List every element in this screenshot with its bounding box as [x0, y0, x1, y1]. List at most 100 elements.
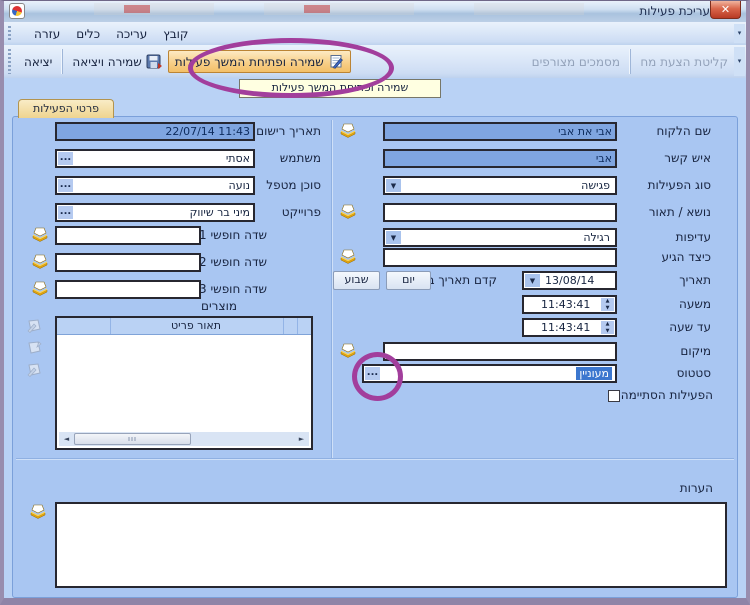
notes-textarea[interactable]: [55, 502, 727, 588]
menu-grip[interactable]: [8, 26, 11, 41]
registered-label: תאריך רישום: [256, 124, 321, 138]
agent-ellipsis-button[interactable]: ...: [58, 179, 73, 192]
finished-label: הפעילות הסתיימה: [620, 388, 713, 402]
advance-date-label: קדם תאריך ב: [427, 273, 497, 287]
print-icon[interactable]: [339, 122, 357, 138]
spinner-arrows-icon[interactable]: ▲ ▼: [601, 321, 614, 334]
products-list[interactable]: תאור פריט ◄ ►: [55, 316, 313, 450]
print-icon[interactable]: [31, 253, 49, 269]
menu-help[interactable]: עזרה: [26, 27, 68, 41]
contact-label: איש קשר: [664, 151, 711, 165]
save-exit-label: שמירה ויציאה: [72, 54, 142, 69]
save-exit-button[interactable]: שמירה ויציאה: [66, 51, 167, 72]
item-description-column-header[interactable]: תאור פריט: [111, 319, 281, 332]
user-field[interactable]: אסתי ...: [55, 149, 255, 168]
date-combobox[interactable]: 13/08/14 ▼: [522, 271, 617, 290]
tab-activity-details[interactable]: פרטי הפעילות: [18, 99, 114, 118]
toolbar-overflow-icon[interactable]: ▾: [734, 47, 745, 76]
scrollbar-thumb[interactable]: [74, 433, 191, 445]
diskette-icon: [146, 54, 162, 69]
receive-quote-button: קליטת הצעת מחיר: [634, 52, 734, 72]
spinner-arrows-icon[interactable]: ▲ ▼: [601, 298, 614, 311]
print-icon[interactable]: [31, 226, 49, 242]
priority-combobox[interactable]: רגילה ▼: [383, 228, 617, 247]
edit-item-icon: [28, 341, 42, 354]
scroll-left-icon[interactable]: ◄: [60, 435, 73, 443]
products-list-header: תאור פריט: [57, 318, 311, 335]
products-horizontal-scrollbar[interactable]: ◄ ►: [59, 432, 309, 446]
menu-bar: קובץ עריכה כלים עזרה ▾: [4, 22, 746, 46]
activity-type-combobox[interactable]: פגישה ▼: [383, 176, 617, 195]
finished-checkbox[interactable]: [608, 390, 620, 402]
from-time-spinner[interactable]: 11:43:41 ▲ ▼: [522, 295, 617, 314]
print-icon[interactable]: [339, 248, 357, 264]
location-label: מיקום: [680, 344, 711, 358]
status-value: מעוניין: [576, 367, 612, 380]
to-time-spinner[interactable]: 11:43:41 ▲ ▼: [522, 318, 617, 337]
location-field[interactable]: [383, 342, 617, 361]
exit-button[interactable]: יציאה: [18, 52, 58, 72]
activity-type-value: פגישה: [581, 179, 610, 192]
date-value: 13/08/14: [545, 274, 595, 287]
agent-value: נועה: [228, 179, 250, 192]
menu-edit[interactable]: עריכה: [108, 27, 155, 41]
toolbar-separator: [629, 49, 631, 74]
to-time-value: 11:43:41: [541, 321, 591, 334]
how-arrived-label: כיצד הגיע: [661, 250, 712, 264]
how-arrived-field[interactable]: [383, 248, 617, 267]
app-icon: [9, 3, 25, 19]
background-ghost: [474, 3, 584, 15]
status-field[interactable]: מעוניין ...: [362, 364, 617, 383]
project-label: פרוייקט: [281, 205, 321, 219]
print-icon[interactable]: [339, 342, 357, 358]
print-icon[interactable]: [339, 203, 357, 219]
user-label: משתמש: [279, 151, 321, 165]
close-button[interactable]: ✕: [710, 1, 741, 19]
window-edit-activity: עריכת פעילות ✕ קובץ עריכה כלים עזרה ▾ יצ…: [0, 0, 750, 605]
scroll-right-icon[interactable]: ►: [295, 435, 308, 443]
registered-value: 22/07/14 11:43: [165, 125, 250, 138]
activity-type-label: סוג הפעילות: [647, 178, 711, 192]
notes-divider: [16, 458, 734, 460]
toolbar-separator: [61, 49, 64, 74]
chevron-down-icon[interactable]: ▼: [525, 274, 540, 287]
project-ellipsis-button[interactable]: ...: [58, 206, 73, 219]
status-ellipsis-button[interactable]: ...: [365, 367, 380, 380]
delete-item-icon: [27, 363, 41, 377]
week-button[interactable]: שבוע: [333, 271, 380, 290]
menu-file[interactable]: קובץ: [155, 27, 196, 41]
products-label: מוצרים: [201, 299, 237, 313]
save-open-followup-label: שמירה ופתיחת המשך פעילות: [174, 54, 324, 69]
day-button[interactable]: יום: [386, 271, 431, 290]
chevron-down-icon[interactable]: ▼: [386, 179, 401, 192]
from-time-value: 11:43:41: [541, 298, 591, 311]
user-value: אסתי: [225, 152, 250, 165]
free1-field[interactable]: [55, 226, 201, 245]
menu-overflow-icon[interactable]: ▾: [734, 24, 745, 43]
save-open-followup-button[interactable]: שמירה ופתיחת המשך פעילות: [167, 50, 351, 73]
free2-label: שדה חופשי 2: [199, 255, 267, 269]
customer-field[interactable]: אבי את אבי: [383, 122, 617, 141]
contact-field[interactable]: אבי: [383, 149, 617, 168]
notes-label: הערות: [679, 481, 713, 495]
contact-value: אבי: [595, 152, 612, 165]
toolbar-grip[interactable]: [8, 49, 11, 74]
date-label: תאריך: [679, 273, 711, 287]
print-icon[interactable]: [31, 280, 49, 296]
menu-tools[interactable]: כלים: [68, 27, 108, 41]
subject-field[interactable]: [383, 203, 617, 222]
notepad-pencil-icon: [330, 55, 343, 69]
chevron-down-icon[interactable]: ▼: [386, 231, 401, 244]
attached-documents-button: מסמכים מצורפים: [526, 52, 626, 72]
free3-field[interactable]: [55, 280, 201, 299]
print-icon[interactable]: [29, 503, 47, 519]
status-label: סטטוס: [676, 366, 711, 380]
priority-value: רגילה: [583, 231, 610, 244]
project-field[interactable]: מיני בר שיווק ...: [55, 203, 255, 222]
priority-label: עדיפות: [675, 230, 711, 244]
free2-field[interactable]: [55, 253, 201, 272]
agent-field[interactable]: נועה ...: [55, 176, 255, 195]
to-time-label: עד שעה: [669, 320, 711, 334]
background-ghost: [94, 3, 214, 15]
user-ellipsis-button[interactable]: ...: [58, 152, 73, 165]
